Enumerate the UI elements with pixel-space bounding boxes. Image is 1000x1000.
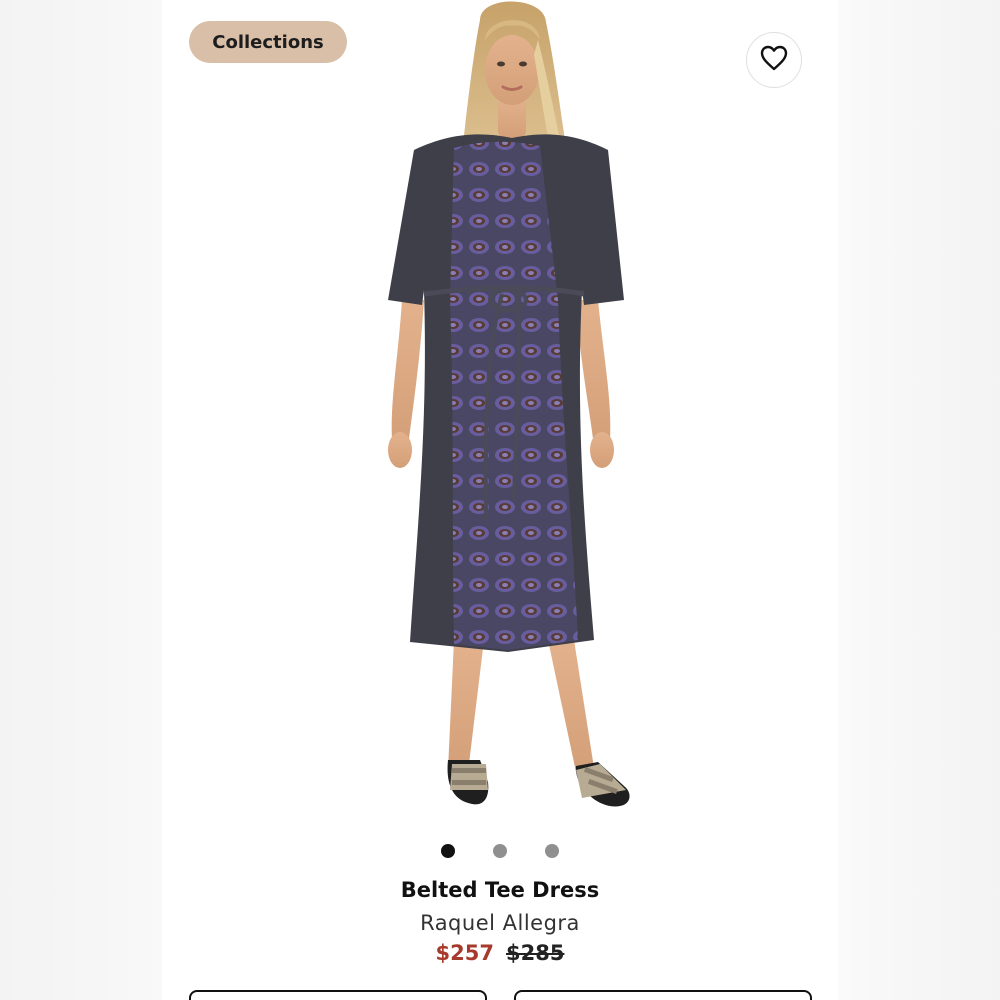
product-brand[interactable]: Raquel Allegra [162,911,838,935]
heart-icon [760,45,788,76]
model-wearing-dress-image [388,1,630,807]
carousel-dot-3[interactable] [545,844,559,858]
product-title: Belted Tee Dress [400,878,600,902]
product-photo[interactable] [362,0,662,830]
action-button-left[interactable] [189,990,487,1000]
right-blurred-background [838,0,1000,1000]
left-blurred-background [0,0,162,1000]
price-row: $257 $285 [162,941,838,965]
favorite-button[interactable] [746,32,802,88]
action-button-right[interactable] [514,990,812,1000]
product-card: Collections Belted Tee Dress Raquel Alle… [162,0,838,1000]
sale-price: $257 [435,941,494,965]
image-carousel-indicator [162,844,838,860]
original-price: $285 [506,941,565,965]
collections-button[interactable]: Collections [189,21,347,63]
carousel-dot-2[interactable] [493,844,507,858]
carousel-dot-1[interactable] [441,844,455,858]
